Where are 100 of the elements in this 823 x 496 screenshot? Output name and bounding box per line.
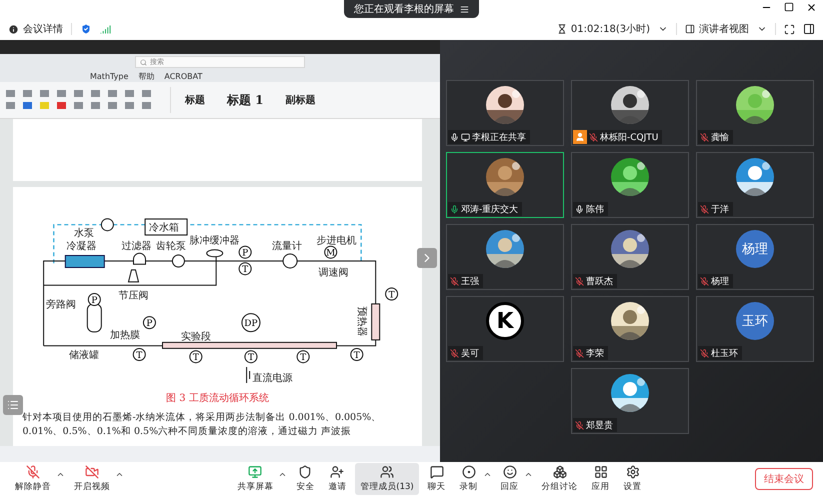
gauge-symbol: DP — [240, 313, 260, 332]
diagram-label: 水泵 — [74, 228, 94, 239]
name-tag: 于洋 — [698, 202, 733, 216]
maximize-icon[interactable] — [784, 2, 794, 12]
diagram-label: 调速阀 — [318, 268, 348, 278]
toolbar-button[interactable]: 共享屏幕 — [232, 463, 278, 495]
diagram-label: 冷水箱 — [148, 222, 178, 234]
video-tile[interactable]: 曹跃杰 — [571, 224, 689, 290]
meeting-details-link[interactable]: 会议详情 — [23, 22, 63, 36]
name-tag: 杨理 — [698, 274, 733, 288]
name-tag: 王强 — [448, 274, 483, 288]
diagram-label: 步进电机 — [316, 236, 356, 247]
video-tile[interactable]: 陈伟 — [571, 152, 689, 218]
video-tile[interactable]: 邓涛-重庆交大 — [446, 152, 564, 218]
toolbar-button[interactable]: 管理成员(13) — [355, 463, 419, 495]
flowmeter-icon — [282, 254, 298, 268]
gauge-symbol: M — [324, 246, 337, 259]
style-preset: 标题 — [185, 94, 205, 107]
name-tag: 邓涛-重庆交大 — [448, 202, 522, 216]
toolbar-button[interactable]: 应用 — [586, 463, 615, 495]
video-tile[interactable]: 李荣 — [571, 296, 689, 362]
toolbar-button[interactable]: 聊天 — [422, 463, 451, 495]
shield-icon[interactable] — [80, 23, 92, 35]
react-icon — [502, 465, 517, 479]
diagram-label: 流量计 — [272, 241, 302, 252]
toolbar-button[interactable]: 安全 — [291, 463, 320, 495]
power-terminal-icon — [246, 366, 250, 384]
video-off-icon — [85, 465, 99, 479]
video-tile[interactable]: K 吴可 — [446, 296, 564, 362]
end-meeting-button[interactable]: 结束会议 — [755, 468, 814, 490]
diagram-label: 脉冲缓冲器 — [189, 236, 240, 247]
gauge-symbol: T — [238, 262, 252, 276]
gear-pump-icon — [171, 254, 184, 268]
name-tag: 吴可 — [448, 346, 483, 360]
mic-off-icon — [26, 465, 40, 479]
fullscreen-icon[interactable] — [784, 24, 795, 34]
preheater-icon — [370, 303, 380, 340]
condenser-icon — [64, 255, 104, 268]
ribbon-tab-label: 帮助 — [138, 70, 154, 82]
info-icon[interactable] — [8, 24, 19, 34]
record-icon — [462, 465, 476, 479]
gauge-symbol: T — [296, 350, 310, 364]
diagram-label: 节压阀 — [118, 290, 148, 302]
toolbar-button[interactable]: 录制 — [454, 463, 483, 495]
ribbon-tab-label: ACROBAT — [164, 72, 202, 80]
toolbar-button[interactable]: 邀请 — [323, 463, 352, 495]
body-paragraph: 针对本项目使用的石墨烯-水纳米流体，将采用两步法制备出 0.001%、0.005%、 0.01%、0.5%、0.1%和 0.5%六种不同质量浓度的溶液，通过磁力 声波振 — [22, 411, 382, 439]
layout-icon — [685, 24, 695, 34]
name-tag: 龚愉 — [698, 130, 733, 144]
meeting-timer: 01:02:18(3小时) — [570, 22, 650, 36]
video-tile[interactable]: 郑昱贵 — [571, 368, 689, 434]
figure-caption: 图 3 工质流动循环系统 — [166, 392, 269, 405]
toolbar-button[interactable]: 开启视频 — [69, 463, 115, 495]
video-tile[interactable]: 玉环 杜玉环 — [696, 296, 814, 362]
name-tag: 曹跃杰 — [573, 274, 617, 288]
video-tile[interactable]: 杨理 杨理 — [696, 224, 814, 290]
video-tile[interactable]: 李根正在共享 — [446, 80, 564, 146]
diagram-label: 预热器 — [356, 306, 367, 336]
filter-icon — [132, 252, 146, 265]
name-tag: 郑昱贵 — [573, 418, 617, 432]
valve-icon — [127, 269, 139, 282]
hourglass-icon — [556, 24, 567, 34]
sidebar-icon[interactable] — [803, 23, 815, 35]
diagram-label: 齿轮泵 — [156, 241, 186, 252]
security-icon — [298, 465, 312, 479]
list-button[interactable] — [3, 395, 23, 415]
diagram-label: 旁路阀 — [46, 299, 76, 310]
gauge-symbol: T — [132, 348, 146, 361]
search-icon — [140, 58, 147, 66]
toolbar-button[interactable]: 解除静音 — [10, 463, 56, 495]
buffer-icon — [206, 249, 223, 258]
video-tile[interactable]: 于洋 — [696, 152, 814, 218]
diagram-label: 储液罐 — [68, 350, 99, 361]
close-icon[interactable] — [806, 2, 817, 13]
name-tag: 李荣 — [573, 346, 608, 360]
diagram-label: 实验段 — [180, 331, 210, 342]
diagram-label: 冷凝器 — [66, 241, 96, 252]
invite-icon — [330, 465, 344, 479]
gauge-symbol: T — [350, 348, 363, 361]
name-tag: 李根正在共享 — [448, 130, 530, 144]
toolbar-button[interactable]: 回应 — [496, 463, 524, 495]
name-tag: 杜玉环 — [698, 346, 742, 360]
menu-icon[interactable] — [460, 4, 469, 14]
name-avatar: 玉环 — [736, 302, 774, 340]
signal-icon[interactable] — [100, 24, 111, 34]
video-tile[interactable]: 龚愉 — [696, 80, 814, 146]
gauge-symbol: T — [384, 288, 398, 300]
ribbon-tab-label: MathType — [90, 72, 128, 80]
video-tile[interactable]: 王强 — [446, 224, 564, 290]
next-button[interactable] — [417, 248, 437, 268]
style-preset: 副标题 — [286, 94, 316, 107]
toolbar-button[interactable]: 设置 — [618, 463, 647, 495]
video-tile[interactable]: 林栎阳-CQJTU — [571, 80, 689, 146]
toolbar-button[interactable]: 分组讨论 — [536, 463, 583, 495]
speaker-view-menu[interactable]: 演讲者视图 — [699, 22, 749, 36]
chat-icon — [430, 465, 444, 479]
diagram-label: 直流电源 — [252, 373, 292, 384]
water-tank — [144, 218, 188, 236]
members-icon — [380, 465, 394, 479]
breakout-icon — [552, 465, 567, 479]
